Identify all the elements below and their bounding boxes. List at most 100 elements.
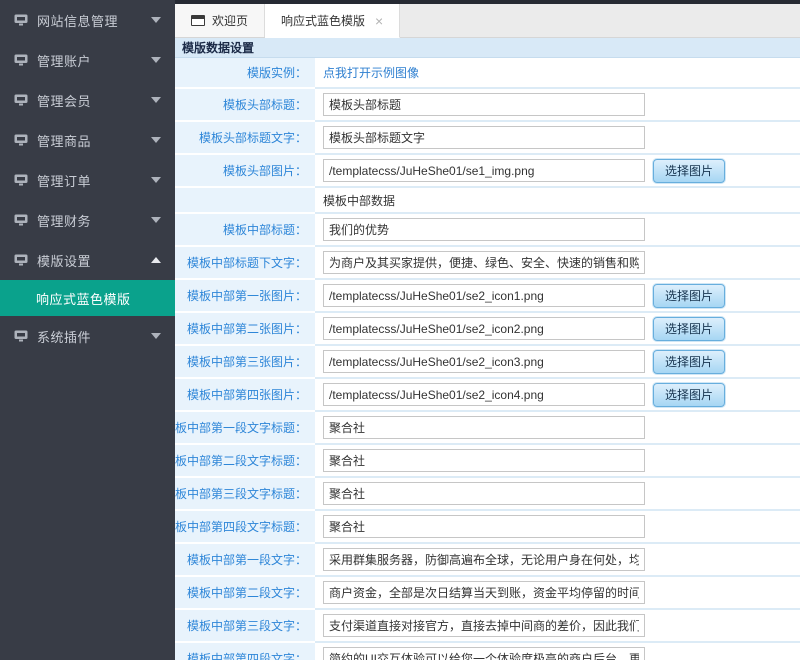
sidebar-item[interactable]: 管理账户	[0, 40, 175, 80]
sidebar-item[interactable]: 系统插件	[0, 316, 175, 356]
sidebar-subitem-active[interactable]: 响应式蓝色模版	[0, 280, 175, 316]
field-value-cell	[315, 610, 800, 643]
form-row: 模板中部第一张图片： 选择图片	[175, 280, 800, 313]
field-label-cell	[175, 188, 315, 214]
monitor-icon	[14, 54, 28, 66]
field-input[interactable]	[323, 647, 645, 660]
field-input[interactable]	[323, 317, 645, 340]
field-input[interactable]	[323, 383, 645, 406]
field-value-cell: 选择图片	[315, 379, 800, 412]
chevron-down-icon	[151, 137, 161, 143]
tab-bar: 欢迎页 响应式蓝色模版 ×	[175, 4, 800, 38]
field-input[interactable]	[323, 218, 645, 241]
field-label: 模板中部第二张图片：	[187, 320, 307, 337]
field-value-cell	[315, 122, 800, 155]
sidebar-item[interactable]: 管理订单	[0, 160, 175, 200]
field-label-cell: 模板中部第一张图片：	[175, 280, 315, 313]
chevron-down-icon	[151, 17, 161, 23]
field-input[interactable]	[323, 614, 645, 637]
form-row: 模板中部第四段文字：	[175, 643, 800, 660]
tab[interactable]: 欢迎页	[175, 4, 265, 37]
monitor-icon	[14, 330, 28, 342]
form-row: 模板中部标题下文字：	[175, 247, 800, 280]
form-row: 模板中部数据	[175, 188, 800, 214]
choose-image-button[interactable]: 选择图片	[653, 159, 725, 183]
field-value-cell	[315, 478, 800, 511]
sidebar-item-label: 系统插件	[37, 327, 151, 346]
chevron-down-icon	[151, 177, 161, 183]
form-row: 模板中部第二张图片： 选择图片	[175, 313, 800, 346]
field-label-cell: 模板中部第二段文字：	[175, 577, 315, 610]
field-value-cell: 选择图片	[315, 280, 800, 313]
field-value-cell	[315, 214, 800, 247]
choose-image-button[interactable]: 选择图片	[653, 350, 725, 374]
field-label: 模板中部第三段文字：	[187, 617, 307, 634]
sidebar-item-label: 模版设置	[37, 251, 151, 270]
sidebar-item[interactable]: 管理会员	[0, 80, 175, 120]
form-row: 模板中部第二段文字：	[175, 577, 800, 610]
tab-label: 响应式蓝色模版	[281, 12, 365, 29]
section-title: 模版数据设置	[182, 41, 254, 55]
section-header: 模版数据设置	[175, 38, 800, 58]
chevron-down-icon	[151, 333, 161, 339]
chevron-down-icon	[151, 217, 161, 223]
field-label: 模板中部标题下文字：	[187, 254, 307, 271]
field-input[interactable]	[323, 515, 645, 538]
field-label: 模板中部第二段文字：	[187, 584, 307, 601]
sidebar-item[interactable]: 管理财务	[0, 200, 175, 240]
field-label: 模板中部第一张图片：	[187, 287, 307, 304]
field-input[interactable]	[323, 126, 645, 149]
field-value-cell: 点我打开示例图像	[315, 58, 800, 89]
field-value-cell	[315, 247, 800, 280]
field-value-cell	[315, 643, 800, 660]
form-row: 模板中部第四张图片： 选择图片	[175, 379, 800, 412]
sidebar-item-label: 网站信息管理	[37, 11, 151, 30]
tab-active[interactable]: 响应式蓝色模版 ×	[265, 4, 400, 38]
field-label-cell: 模板中部第四张图片：	[175, 379, 315, 412]
form-row: 模板头部图片：选择图片	[175, 155, 800, 188]
field-label: 模板头部标题文字：	[199, 129, 307, 146]
field-label-cell: 模板头部标题文字：	[175, 122, 315, 155]
form-row: 模板头部标题文字：	[175, 122, 800, 155]
field-input[interactable]	[323, 251, 645, 274]
field-input[interactable]	[323, 416, 645, 439]
field-input[interactable]	[323, 449, 645, 472]
field-value-cell: 选择图片	[315, 346, 800, 379]
chevron-up-icon	[151, 257, 161, 263]
choose-image-button[interactable]: 选择图片	[653, 383, 725, 407]
field-input[interactable]	[323, 482, 645, 505]
field-label: 模板中部第四段文字：	[187, 650, 307, 660]
sidebar-item[interactable]: 管理商品	[0, 120, 175, 160]
field-input[interactable]	[323, 581, 645, 604]
field-value-cell	[315, 577, 800, 610]
field-input[interactable]	[323, 548, 645, 571]
app-window: 网站信息管理管理账户管理会员管理商品管理订单管理财务模版设置响应式蓝色模版系统插…	[0, 0, 800, 660]
field-label: 模板中部第二段文字标题：	[175, 452, 307, 469]
field-value-cell	[315, 412, 800, 445]
field-label: 模版实例：	[247, 64, 307, 81]
field-input[interactable]	[323, 284, 645, 307]
chevron-down-icon	[151, 57, 161, 63]
field-label: 模板中部第三段文字标题：	[175, 485, 307, 502]
field-input[interactable]	[323, 159, 645, 182]
field-input[interactable]	[323, 350, 645, 373]
choose-image-button[interactable]: 选择图片	[653, 317, 725, 341]
field-label-cell: 模板中部第一段文字：	[175, 544, 315, 577]
field-input[interactable]	[323, 93, 645, 116]
form-row: 模板中部标题：	[175, 214, 800, 247]
form-row: 模板中部第一段文字：	[175, 544, 800, 577]
form-row: 模板中部第三张图片：选择图片	[175, 346, 800, 379]
example-image-link[interactable]: 点我打开示例图像	[323, 64, 419, 81]
sidebar-item[interactable]: 模版设置	[0, 240, 175, 280]
close-icon[interactable]: ×	[375, 14, 383, 28]
field-label: 模板中部第四段文字标题：	[175, 518, 307, 535]
choose-image-button[interactable]: 选择图片	[653, 284, 725, 308]
sidebar-item-label: 管理商品	[37, 131, 151, 150]
field-label-cell: 模版实例：	[175, 58, 315, 89]
form-row: 模板中部第三段文字：	[175, 610, 800, 643]
monitor-icon	[14, 14, 28, 26]
sidebar-item[interactable]: 网站信息管理	[0, 0, 175, 40]
sidebar-item-label: 管理会员	[37, 91, 151, 110]
tab-label: 欢迎页	[212, 12, 248, 29]
field-value-cell	[315, 544, 800, 577]
